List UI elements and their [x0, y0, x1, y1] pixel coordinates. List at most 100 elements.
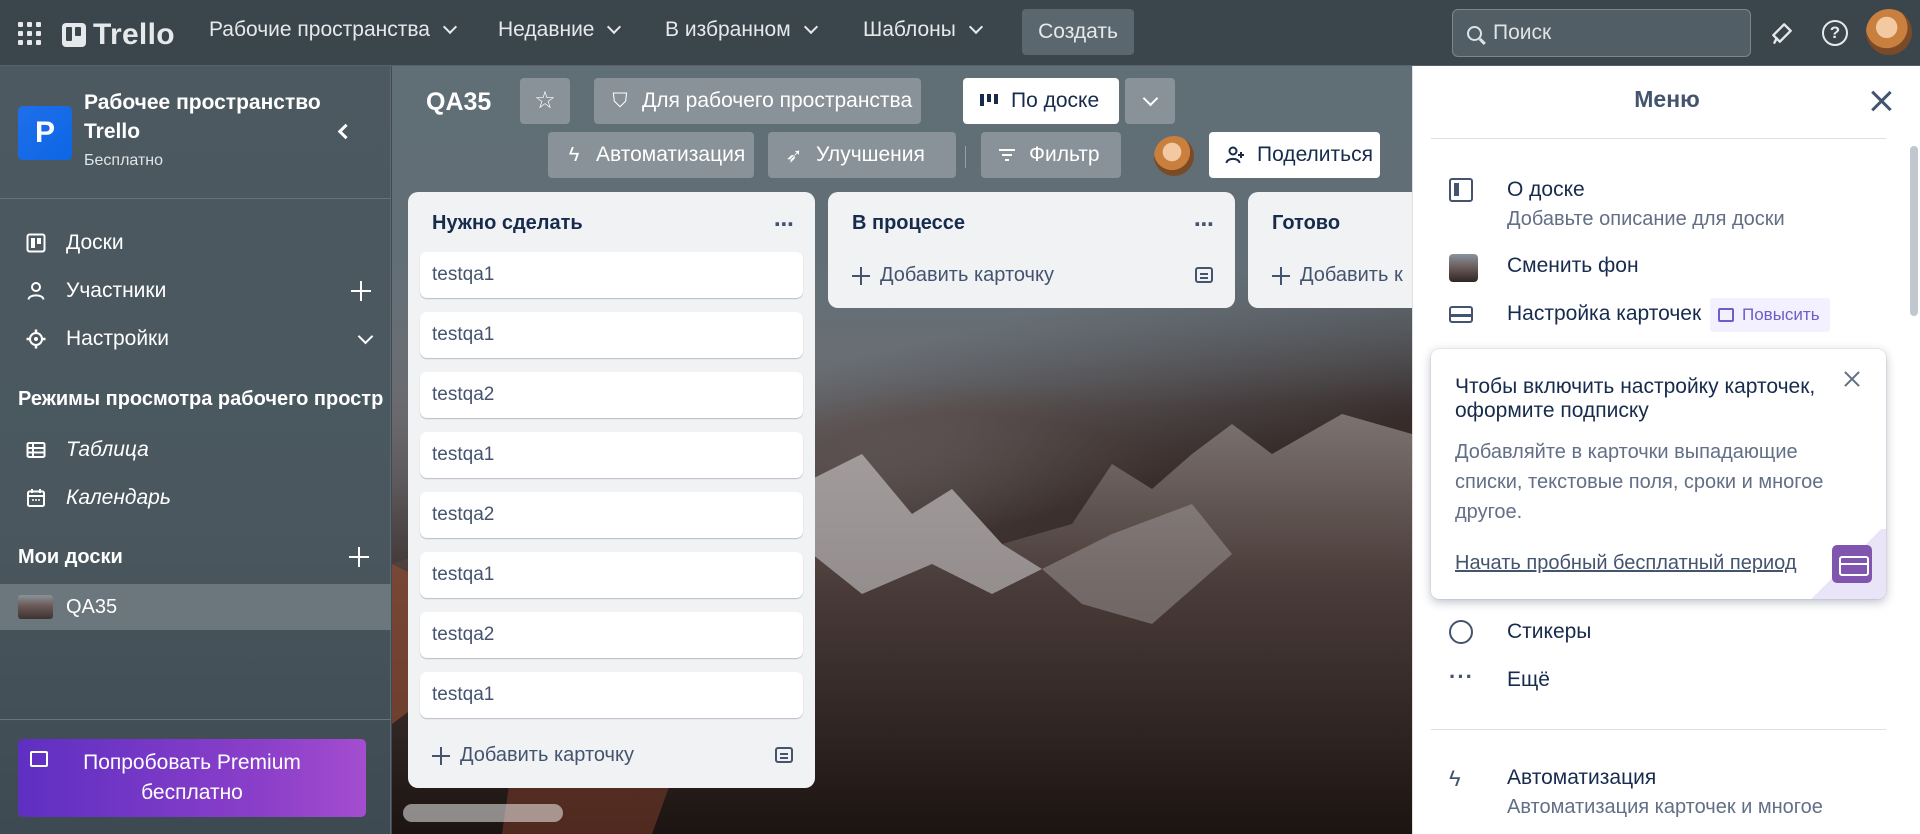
add-person-icon [1225, 145, 1245, 165]
lightning-icon: ϟ [1449, 766, 1461, 791]
member-avatar[interactable] [1154, 136, 1194, 176]
menu-item-label: Сменить фон [1507, 254, 1639, 277]
sidebar-item-label: Таблица [66, 438, 149, 461]
try-premium-button[interactable]: Попробовать Premium бесплатно [18, 739, 366, 817]
power-ups-button[interactable]: ➶ Улучшения [768, 132, 956, 178]
nav-templates[interactable]: Шаблоны [863, 18, 983, 42]
card[interactable]: testqa2 [420, 372, 803, 418]
menu-item-label: Настройка карточек [1507, 302, 1702, 325]
card[interactable]: testqa2 [420, 612, 803, 658]
card[interactable]: testqa1 [420, 432, 803, 478]
trello-logo[interactable]: Trello [62, 18, 175, 52]
sticker-icon [1449, 620, 1473, 644]
card-template-icon[interactable] [1195, 267, 1213, 283]
star-board-button[interactable]: ☆ [520, 78, 570, 124]
apps-grid-icon[interactable] [18, 22, 42, 45]
sidebar-item-boards[interactable]: Доски [0, 220, 391, 266]
view-switcher-button[interactable] [1125, 78, 1175, 124]
more-dots-icon: ··· [1449, 664, 1474, 689]
nav-starred-label: В избранном [665, 18, 791, 41]
list-menu-icon[interactable]: ⋯ [1194, 212, 1215, 237]
automation-button[interactable]: ϟ Автоматизация [548, 132, 754, 178]
create-button[interactable]: Создать [1022, 9, 1134, 55]
card[interactable]: testqa1 [420, 672, 803, 718]
gear-icon [26, 329, 46, 349]
list-title[interactable]: Нужно сделать [432, 212, 583, 235]
sidebar-item-label: Настройки [66, 327, 169, 350]
menu-item-about-board[interactable]: О доске Добавьте описание для доски [1449, 178, 1889, 234]
start-trial-link[interactable]: Начать пробный бесплатный период [1455, 552, 1797, 575]
menu-item-stickers[interactable]: Стикеры [1449, 620, 1889, 650]
plus-icon [1272, 266, 1290, 285]
plus-icon [852, 266, 870, 285]
card[interactable]: testqa1 [420, 552, 803, 598]
menu-item-card-settings[interactable]: Настройка карточек Повысить [1449, 298, 1889, 332]
card[interactable]: testqa1 [420, 312, 803, 358]
card-template-icon[interactable] [775, 747, 793, 763]
board-icon [26, 233, 46, 253]
add-card-button[interactable]: Добавить карточку [432, 744, 634, 767]
sidebar-item-members[interactable]: Участники [0, 268, 391, 314]
user-avatar[interactable] [1866, 9, 1912, 55]
board-view-button[interactable]: По доске [963, 78, 1119, 124]
add-card-button[interactable]: Добавить к [1272, 264, 1403, 287]
premium-label: Попробовать Premium бесплатно [83, 751, 301, 804]
sidebar-item-label: Участники [66, 279, 167, 302]
upgrade-label: Повысить [1742, 305, 1820, 324]
sidebar-item-calendar[interactable]: Календарь [0, 475, 391, 521]
sidebar-board-qa35[interactable]: QA35 [0, 584, 391, 630]
card-fields-icon [1832, 545, 1872, 583]
card-settings-icon [1449, 306, 1473, 323]
notifications-icon[interactable] [1767, 18, 1797, 48]
workspace-sidebar: P Рабочее пространство Trello Бесплатно … [0, 66, 391, 834]
close-icon[interactable] [1870, 90, 1892, 112]
add-member-icon[interactable] [351, 281, 371, 301]
nav-workspaces[interactable]: Рабочие пространства [209, 18, 458, 42]
card[interactable]: testqa2 [420, 492, 803, 538]
search-box[interactable] [1452, 9, 1751, 57]
workspace-views-title: Режимы просмотра рабочего пространства [18, 388, 383, 410]
visibility-button[interactable]: ⛉ Для рабочего пространства [594, 78, 921, 124]
collapse-sidebar-icon[interactable] [337, 123, 354, 140]
menu-scrollbar[interactable] [1910, 146, 1918, 316]
board-icon [1449, 178, 1473, 202]
list-in-progress: В процессе ⋯ Добавить карточку [828, 192, 1235, 308]
sidebar-item-table[interactable]: Таблица [0, 427, 391, 473]
chevron-down-icon[interactable] [357, 328, 374, 345]
divider [1431, 138, 1886, 139]
sidebar-item-settings[interactable]: Настройки [0, 316, 391, 362]
nav-starred[interactable]: В избранном [665, 18, 818, 42]
add-card-button[interactable]: Добавить карточку [852, 264, 1054, 287]
list-title[interactable]: Готово [1272, 212, 1340, 235]
upgrade-badge[interactable]: Повысить [1710, 298, 1830, 332]
add-card-label: Добавить к [1300, 264, 1403, 286]
board-menu-panel: Меню О доске Добавьте описание для доски… [1412, 66, 1920, 834]
workspace-name[interactable]: Рабочее пространство Trello [84, 88, 324, 146]
nav-recent[interactable]: Недавние [498, 18, 622, 42]
help-icon[interactable]: ? [1820, 18, 1850, 48]
menu-item-more[interactable]: ··· Ещё [1449, 664, 1889, 698]
filter-button[interactable]: Фильтр [981, 132, 1121, 178]
list-title[interactable]: В процессе [852, 212, 965, 235]
share-button[interactable]: Поделиться [1209, 132, 1380, 178]
board-thumbnail [18, 595, 53, 619]
menu-item-change-background[interactable]: Сменить фон [1449, 254, 1889, 284]
upgrade-promo-card: Чтобы включить настройку карточек, оформ… [1431, 349, 1886, 599]
sidebar-item-label: Календарь [66, 486, 171, 509]
close-icon[interactable] [1844, 371, 1860, 387]
logo-text: Trello [93, 18, 175, 51]
top-header: Trello Рабочие пространства Недавние В и… [0, 0, 1920, 66]
list-menu-icon[interactable]: ⋯ [774, 212, 795, 237]
divider [1431, 729, 1886, 730]
automation-label: Автоматизация [596, 143, 746, 166]
person-icon [27, 282, 45, 300]
card[interactable]: testqa1 [420, 252, 803, 298]
horizontal-scrollbar[interactable] [403, 804, 563, 822]
menu-item-automation[interactable]: ϟ Автоматизация Автоматизация карточек и… [1449, 766, 1889, 822]
nav-workspaces-label: Рабочие пространства [209, 18, 430, 41]
add-card-label: Добавить карточку [880, 264, 1054, 286]
workspace-header: P Рабочее пространство Trello Бесплатно [0, 66, 391, 199]
board-title[interactable]: QA35 [426, 88, 491, 117]
search-input[interactable] [1493, 21, 1723, 45]
add-board-icon[interactable] [349, 547, 369, 567]
